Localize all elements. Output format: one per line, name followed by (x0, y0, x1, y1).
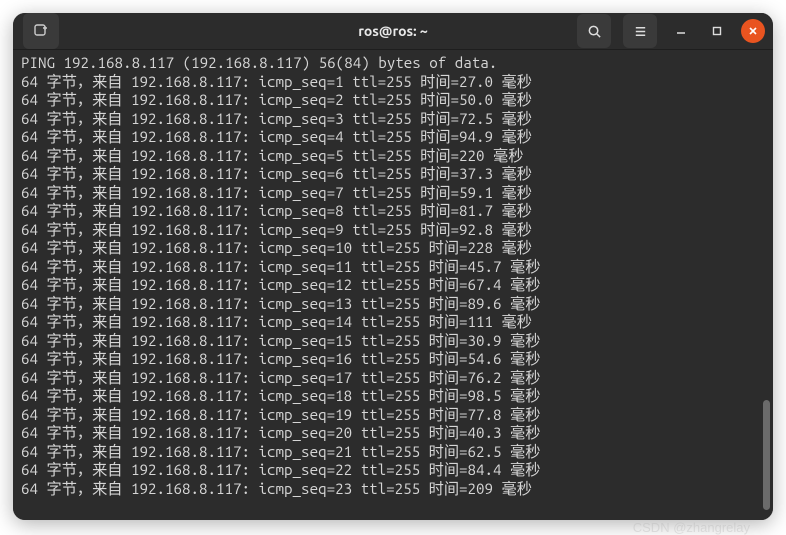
new-tab-icon (33, 23, 49, 39)
maximize-icon (711, 25, 723, 37)
search-icon (587, 24, 602, 39)
new-tab-button[interactable] (23, 13, 59, 49)
menu-button[interactable] (623, 14, 657, 48)
window-controls (577, 14, 765, 48)
ping-header-line: PING 192.168.8.117 (192.168.8.117) 56(84… (21, 54, 497, 71)
hamburger-icon (633, 24, 648, 39)
titlebar: ros@ros: ~ (13, 13, 773, 50)
minimize-icon (675, 25, 687, 37)
close-button[interactable] (741, 19, 765, 43)
ping-reply-lines: 64 字节，来自 192.168.8.117: icmp_seq=1 ttl=2… (21, 73, 540, 497)
terminal-window: ros@ros: ~ (13, 13, 773, 520)
search-button[interactable] (577, 14, 611, 48)
terminal-output[interactable]: PING 192.168.8.117 (192.168.8.117) 56(84… (13, 50, 773, 520)
maximize-button[interactable] (705, 19, 729, 43)
minimize-button[interactable] (669, 19, 693, 43)
close-icon (747, 25, 759, 37)
scrollbar-thumb[interactable] (763, 400, 770, 510)
